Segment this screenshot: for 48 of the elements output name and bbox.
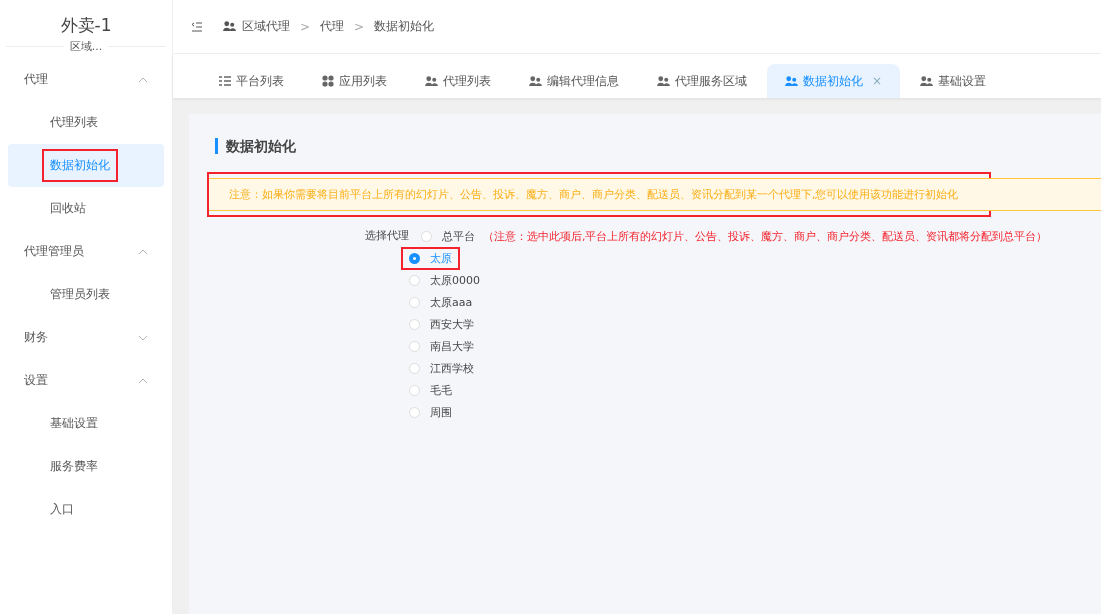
tab[interactable]: 编辑代理信息 <box>511 64 637 98</box>
users-icon <box>223 21 236 32</box>
radio-option[interactable]: 太原0000 <box>401 268 488 292</box>
tab[interactable]: 平台列表 <box>201 64 302 98</box>
menu-item[interactable]: 服务费率 <box>8 445 164 488</box>
users-icon <box>920 75 934 87</box>
radio-option[interactable]: 南昌大学 <box>401 334 482 358</box>
chevron-icon <box>138 334 148 341</box>
menu-item[interactable]: 入口 <box>8 488 164 531</box>
users-icon <box>529 75 542 87</box>
menu-item[interactable]: 代理列表 <box>8 101 164 144</box>
menu-item[interactable]: 基础设置 <box>8 402 164 445</box>
tab[interactable]: 基础设置 <box>902 64 1005 98</box>
users-icon <box>425 75 438 87</box>
breadcrumb-item[interactable]: 代理 <box>320 18 345 35</box>
breadcrumb-separator: > <box>300 19 311 34</box>
menu-group[interactable]: 代理管理员 <box>0 230 172 273</box>
chevron-icon <box>138 76 148 83</box>
radio-option[interactable]: 太原aaa <box>401 290 481 314</box>
list-icon <box>219 76 231 86</box>
breadcrumb-item[interactable]: 区域代理 <box>242 18 290 35</box>
radio-option[interactable]: 西安大学 <box>401 312 482 336</box>
users-icon <box>657 75 670 87</box>
users-icon <box>785 75 798 87</box>
form-label: 选择代理 <box>365 228 409 244</box>
tab[interactable]: 代理列表 <box>407 64 509 98</box>
tab[interactable]: 应用列表 <box>304 64 405 98</box>
breadcrumb-item[interactable]: 数据初始化 <box>374 18 435 35</box>
chevron-icon <box>138 248 148 255</box>
menu-item[interactable]: 管理员列表 <box>8 273 164 316</box>
grid-icon <box>322 75 334 87</box>
region-subtitle: 区域... <box>69 39 103 54</box>
radio-option[interactable]: 江西学校 <box>401 356 482 380</box>
app-title: 外卖-1 <box>59 14 113 37</box>
collapse-menu-icon[interactable] <box>191 21 203 32</box>
menu-group[interactable]: 财务 <box>0 316 172 359</box>
page-title: 数据初始化 <box>215 138 1101 154</box>
menu-group[interactable]: 代理 <box>0 58 172 101</box>
warning-alert: 注意：如果你需要将目前平台上所有的幻灯片、公告、投诉、魔方、商户、商户分类、配送员、资讯分配到某一个代理下,您可以使用该功能进行初始化 <box>209 178 1101 211</box>
breadcrumb-separator: > <box>354 19 365 34</box>
radio-option[interactable]: 总平台 <box>413 224 483 248</box>
tab[interactable]: 代理服务区域 <box>639 64 765 98</box>
chevron-icon <box>138 377 148 384</box>
warning-note: （注意：选中此项后,平台上所有的幻灯片、公告、投诉、魔方、商户、商户分类、配送员、资讯都将分配到总平台） <box>483 228 1048 244</box>
radio-option[interactable]: 毛毛 <box>401 378 460 402</box>
radio-option[interactable]: 周围 <box>401 400 460 424</box>
menu-group[interactable]: 设置 <box>0 359 172 402</box>
menu-item[interactable]: 回收站 <box>8 187 164 230</box>
